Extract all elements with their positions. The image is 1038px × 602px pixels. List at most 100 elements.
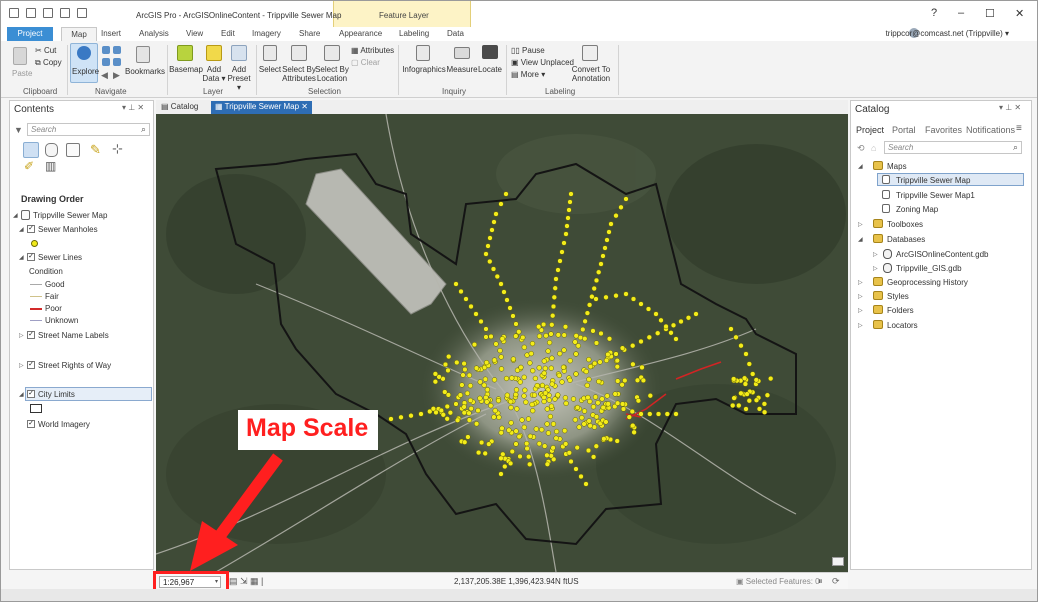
list-by-editing-icon[interactable]: ✎ xyxy=(90,142,101,158)
layer-sewer-manholes[interactable]: Sewer Manholes xyxy=(38,225,98,234)
map-status-tools-icon[interactable]: ▤ ⇲ ▦ | xyxy=(229,576,263,587)
layer-map-name[interactable]: Trippville Sewer Map xyxy=(33,211,107,220)
signed-in-user[interactable]: trippcor@comcast.net (Trippville) ▾ xyxy=(886,29,1009,38)
layer-visibility-checkbox[interactable]: ✓ xyxy=(27,361,35,369)
layer-street-name-labels[interactable]: Street Name Labels xyxy=(38,331,109,340)
view-unplaced-button[interactable]: ▣ View Unplaced xyxy=(511,58,574,67)
more-labeling-button[interactable]: ▤ More ▾ xyxy=(511,70,545,79)
expand-arrow-icon[interactable]: ▷ xyxy=(858,279,863,286)
catalog-tab-portal[interactable]: Portal xyxy=(892,125,916,135)
copy-button[interactable]: ⧉ Copy xyxy=(35,58,62,68)
catalog-databases[interactable]: Databases xyxy=(887,235,925,244)
list-by-data-source-icon[interactable] xyxy=(45,143,58,157)
redo-icon[interactable] xyxy=(77,8,87,18)
catalog-locators[interactable]: Locators xyxy=(887,321,918,330)
list-by-labeling-icon[interactable]: ✐ xyxy=(24,159,34,173)
fixed-zoom-out-icon[interactable] xyxy=(113,58,121,66)
line-symbol-good[interactable] xyxy=(30,284,42,285)
home-icon[interactable]: ⌂ xyxy=(871,143,876,153)
layer-visibility-checkbox[interactable]: ✓ xyxy=(27,331,35,339)
convert-to-annotation-button[interactable]: Convert To Annotation xyxy=(569,65,613,83)
catalog-tab-notifications[interactable]: Notifications xyxy=(966,125,1015,135)
expand-arrow-icon[interactable]: ◢ xyxy=(19,254,24,261)
catalog-styles[interactable]: Styles xyxy=(887,292,909,301)
tab-share[interactable]: Share xyxy=(299,29,320,38)
layer-city-limits[interactable]: City Limits xyxy=(38,390,75,399)
help-button[interactable]: ? xyxy=(931,7,937,19)
catalog-toolboxes[interactable]: Toolboxes xyxy=(887,220,923,229)
list-by-drawing-order-icon[interactable] xyxy=(23,142,39,158)
pause-labeling-button[interactable]: ▯▯ Pause xyxy=(511,46,545,55)
add-data-button[interactable]: Add Data ▾ xyxy=(200,65,228,83)
catalog-search-input[interactable]: Search ⌕ xyxy=(884,141,1022,154)
refresh-icon[interactable]: ⟳ xyxy=(832,576,840,587)
select-by-location-button[interactable]: Select By Location xyxy=(315,65,349,83)
catalog-map-item[interactable]: Trippville Sewer Map1 xyxy=(896,191,975,200)
map-notes-icon[interactable] xyxy=(832,557,844,566)
catalog-maps[interactable]: Maps xyxy=(887,162,907,171)
layer-visibility-checkbox[interactable]: ✓ xyxy=(27,225,35,233)
measure-button[interactable]: Measure xyxy=(446,65,478,74)
expand-arrow-icon[interactable]: ▷ xyxy=(19,362,24,369)
catalog-geoprocessing-history[interactable]: Geoprocessing History xyxy=(887,278,968,287)
expand-arrow-icon[interactable]: ▷ xyxy=(858,221,863,228)
infographics-button[interactable]: Infographics xyxy=(401,65,447,74)
catalog-map-item[interactable]: Zoning Map xyxy=(896,205,938,214)
close-button[interactable]: ✕ xyxy=(1015,7,1024,20)
expand-arrow-icon[interactable]: ◢ xyxy=(13,212,18,219)
selected-features-count[interactable]: ▣ Selected Features: 0 xyxy=(736,577,820,586)
previous-extent-icon[interactable]: ◀ xyxy=(101,70,108,81)
tab-edit[interactable]: Edit xyxy=(221,29,235,38)
add-preset-button[interactable]: Add Preset ▾ xyxy=(225,65,253,92)
manhole-symbol-icon[interactable] xyxy=(31,240,38,247)
open-icon[interactable] xyxy=(26,8,36,18)
basemap-button[interactable]: Basemap xyxy=(169,65,203,74)
tab-analysis[interactable]: Analysis xyxy=(139,29,169,38)
save-icon[interactable] xyxy=(43,8,53,18)
catalog-tab-favorites[interactable]: Favorites xyxy=(925,125,962,135)
catalog-tab-project[interactable]: Project xyxy=(856,125,884,135)
app-menu-icon[interactable] xyxy=(9,8,19,18)
undo-icon[interactable] xyxy=(60,8,70,18)
expand-arrow-icon[interactable]: ◢ xyxy=(19,391,24,398)
tab-project[interactable]: Project xyxy=(7,27,53,41)
expand-arrow-icon[interactable]: ▷ xyxy=(858,307,863,314)
layer-visibility-checkbox[interactable]: ✓ xyxy=(27,390,35,398)
map-scale-combobox[interactable]: 1:26,967 ▾ xyxy=(159,576,221,588)
attributes-button[interactable]: ▦ Attributes xyxy=(351,46,394,55)
next-extent-icon[interactable]: ▶ xyxy=(113,70,120,81)
expand-arrow-icon[interactable]: ▷ xyxy=(873,251,878,258)
search-icon[interactable]: ⌕ xyxy=(141,124,146,135)
close-tab-icon[interactable]: ✕ xyxy=(301,102,308,111)
layer-visibility-checkbox[interactable]: ✓ xyxy=(27,420,35,428)
search-icon[interactable]: ⌕ xyxy=(1013,142,1018,153)
paste-icon[interactable] xyxy=(13,47,27,65)
tab-labeling[interactable]: Labeling xyxy=(399,29,429,38)
contents-search-input[interactable]: Search ⌕ xyxy=(27,123,150,136)
city-limits-symbol-icon[interactable] xyxy=(30,404,42,413)
pane-menu-icon[interactable]: ▾ ⊥ ✕ xyxy=(999,103,1021,112)
pause-drawing-icon[interactable]: ⏸ xyxy=(818,576,823,587)
paste-button[interactable]: Paste xyxy=(12,69,32,78)
layer-sewer-lines[interactable]: Sewer Lines xyxy=(38,253,82,262)
tab-view[interactable]: View xyxy=(186,29,203,38)
line-symbol-poor[interactable] xyxy=(30,308,42,310)
map-view[interactable]: Map Scale xyxy=(156,114,848,572)
list-by-charts-icon[interactable]: ▥ xyxy=(45,159,56,173)
clear-selection-button[interactable]: ▢ Clear xyxy=(351,58,380,67)
layer-street-rights-of-way[interactable]: Street Rights of Way xyxy=(38,361,111,370)
layer-world-imagery[interactable]: World Imagery xyxy=(38,420,90,429)
expand-arrow-icon[interactable]: ▷ xyxy=(858,293,863,300)
filter-icon[interactable]: ▼ xyxy=(14,125,23,135)
expand-arrow-icon[interactable]: ▷ xyxy=(858,322,863,329)
tab-map[interactable]: Map xyxy=(61,27,97,41)
minimize-button[interactable]: – xyxy=(958,7,964,19)
expand-arrow-icon[interactable]: ◢ xyxy=(858,236,863,243)
list-by-snapping-icon[interactable]: ⊹ xyxy=(112,141,123,157)
locate-button[interactable]: Locate xyxy=(477,65,503,74)
line-symbol-unknown[interactable] xyxy=(30,320,42,321)
layer-visibility-checkbox[interactable]: ✓ xyxy=(27,253,35,261)
select-button[interactable]: Select xyxy=(256,65,284,74)
zoom-to-selection-icon[interactable] xyxy=(102,58,110,66)
tab-imagery[interactable]: Imagery xyxy=(252,29,281,38)
